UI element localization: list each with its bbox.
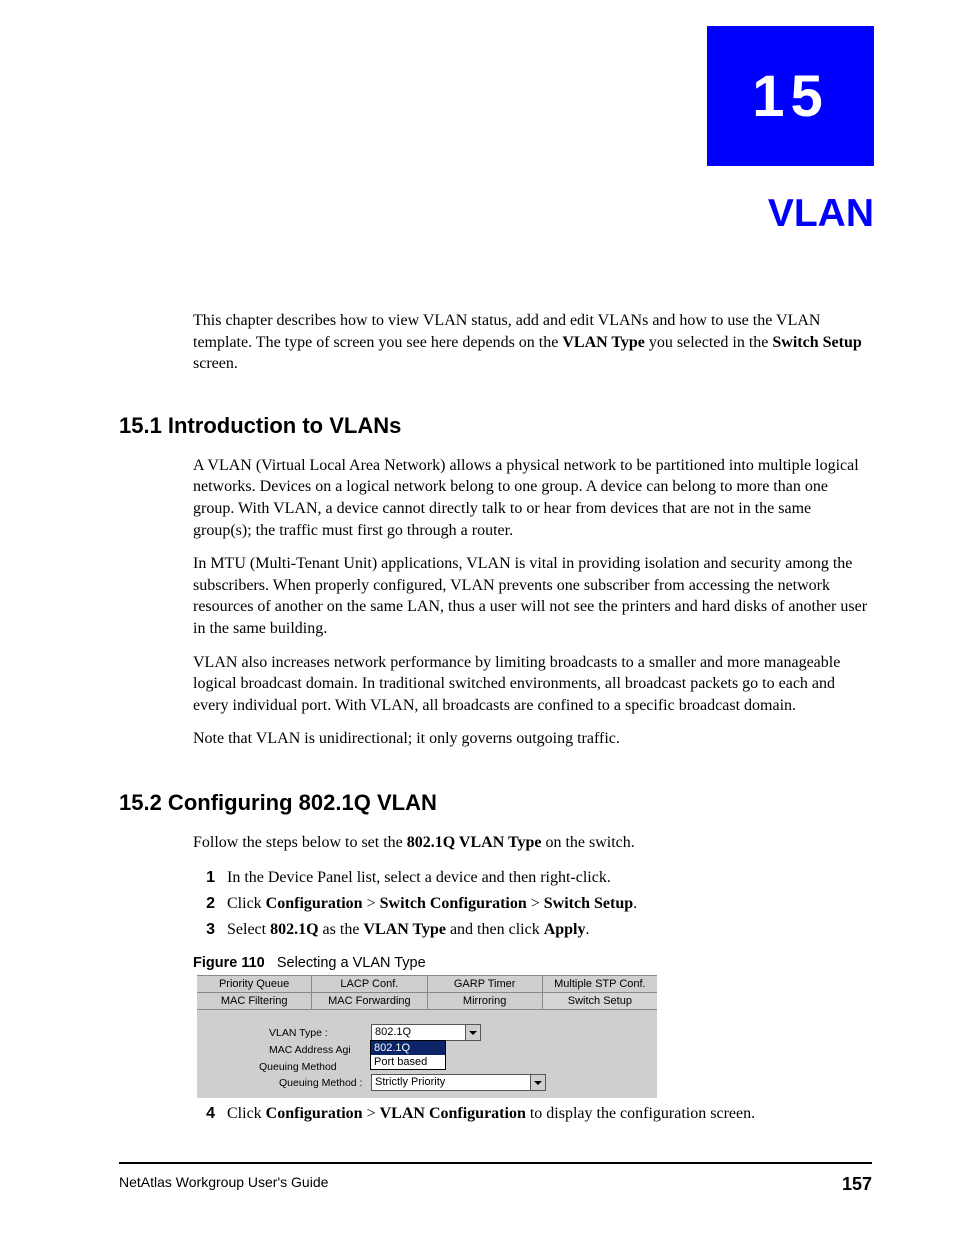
bold-8021q: 802.1Q: [270, 921, 318, 938]
option-port-based[interactable]: Port based: [371, 1055, 445, 1069]
text: Select: [227, 921, 270, 938]
option-8021q[interactable]: 802.1Q: [371, 1041, 445, 1055]
step-number: 3: [193, 918, 215, 941]
step-number: 4: [193, 1102, 215, 1125]
text: and then click: [446, 921, 544, 938]
text: on the switch.: [541, 834, 634, 851]
footer-guide-name: NetAtlas Workgroup User's Guide: [119, 1174, 328, 1195]
figure-caption: Figure 110 Selecting a VLAN Type: [193, 955, 872, 971]
bold-switch-configuration: Switch Configuration: [380, 895, 527, 912]
step-4: 4 Click Configuration > VLAN Configurati…: [193, 1102, 872, 1125]
tab-switch-setup[interactable]: Switch Setup: [543, 993, 657, 1009]
text: Click: [227, 895, 266, 912]
tab-priority-queue[interactable]: Priority Queue: [197, 976, 312, 992]
text: >: [363, 895, 380, 912]
page-footer: NetAtlas Workgroup User's Guide 157: [119, 1162, 872, 1195]
step-1: 1 In the Device Panel list, select a dev…: [193, 866, 872, 889]
bold-vlan-type: VLAN Type: [363, 921, 446, 938]
paragraph: Note that VLAN is unidirectional; it onl…: [193, 728, 872, 750]
dropdown-value: Strictly Priority: [375, 1076, 445, 1088]
text: to display the configuration screen.: [526, 1105, 755, 1122]
tab-garp-timer[interactable]: GARP Timer: [428, 976, 543, 992]
text: screen.: [193, 355, 238, 372]
step-3: 3 Select 802.1Q as the VLAN Type and the…: [193, 918, 872, 941]
chapter-title: VLAN: [768, 192, 874, 236]
text: as the: [319, 921, 364, 938]
tab-row-1: Priority Queue LACP Conf. GARP Timer Mul…: [197, 976, 657, 993]
chapter-number: 15: [752, 63, 829, 130]
bold-configuration: Configuration: [266, 895, 363, 912]
section-15-2-heading: 15.2 Configuring 802.1Q VLAN: [119, 790, 872, 816]
step-number: 2: [193, 892, 215, 915]
text: Follow the steps below to set the: [193, 834, 407, 851]
figure-screenshot: Priority Queue LACP Conf. GARP Timer Mul…: [197, 975, 657, 1098]
paragraph: In MTU (Multi-Tenant Unit) applications,…: [193, 553, 872, 639]
vlan-type-dropdown-list[interactable]: 802.1Q Port based: [370, 1040, 446, 1070]
tab-multiple-stp-conf[interactable]: Multiple STP Conf.: [543, 976, 657, 992]
vlan-type-dropdown[interactable]: 802.1Q: [371, 1024, 481, 1041]
tab-lacp-conf[interactable]: LACP Conf.: [312, 976, 427, 992]
config-panel: VLAN Type : 802.1Q 802.1Q Port based MAC…: [197, 1010, 657, 1098]
text: >: [527, 895, 544, 912]
page-number: 157: [842, 1174, 872, 1195]
bold-vlan-type: VLAN Type: [562, 334, 645, 351]
tab-mac-forwarding[interactable]: MAC Forwarding: [312, 993, 427, 1009]
queuing-method-dropdown[interactable]: Strictly Priority: [371, 1074, 546, 1091]
tab-row-2: MAC Filtering MAC Forwarding Mirroring S…: [197, 993, 657, 1010]
queuing-fieldset-row: Queuing Method: [259, 1059, 645, 1071]
mac-address-aging-label: MAC Address Agi: [269, 1044, 370, 1056]
text: .: [586, 921, 590, 938]
bold-configuration: Configuration: [266, 1105, 363, 1122]
queuing-method-row: Queuing Method : Strictly Priority: [279, 1074, 645, 1091]
section-15-1-heading: 15.1 Introduction to VLANs: [119, 413, 872, 439]
queuing-fieldset-label: Queuing Method: [259, 1061, 337, 1073]
text: .: [633, 895, 637, 912]
paragraph: Follow the steps below to set the 802.1Q…: [193, 832, 872, 854]
bold-apply: Apply: [544, 921, 586, 938]
text: you selected in the: [645, 334, 773, 351]
figure-title: Selecting a VLAN Type: [277, 955, 426, 971]
ordered-steps: 1 In the Device Panel list, select a dev…: [193, 866, 872, 942]
bold-switch-setup: Switch Setup: [772, 334, 861, 351]
bold-switch-setup: Switch Setup: [544, 895, 633, 912]
step-number: 1: [193, 866, 215, 889]
text: >: [363, 1105, 380, 1122]
step-text: Select 802.1Q as the VLAN Type and then …: [227, 918, 590, 941]
chapter-number-box: 15: [707, 26, 874, 166]
text: Click: [227, 1105, 266, 1122]
ordered-steps-continued: 4 Click Configuration > VLAN Configurati…: [193, 1102, 872, 1125]
step-text: In the Device Panel list, select a devic…: [227, 866, 611, 889]
chevron-down-icon[interactable]: [530, 1075, 545, 1090]
step-text: Click Configuration > VLAN Configuration…: [227, 1102, 755, 1125]
chapter-intro: This chapter describes how to view VLAN …: [193, 310, 872, 375]
vlan-type-label: VLAN Type :: [269, 1027, 371, 1039]
mac-address-aging-row: MAC Address Agi: [269, 1044, 645, 1056]
chevron-down-icon[interactable]: [465, 1025, 480, 1040]
queuing-method-label: Queuing Method :: [279, 1077, 371, 1089]
figure-label: Figure 110: [193, 955, 265, 971]
paragraph: A VLAN (Virtual Local Area Network) allo…: [193, 455, 872, 541]
vlan-type-row: VLAN Type : 802.1Q 802.1Q Port based: [269, 1024, 645, 1041]
step-2: 2 Click Configuration > Switch Configura…: [193, 892, 872, 915]
paragraph: VLAN also increases network performance …: [193, 652, 872, 717]
dropdown-value: 802.1Q: [375, 1026, 411, 1038]
tab-mac-filtering[interactable]: MAC Filtering: [197, 993, 312, 1009]
step-text: Click Configuration > Switch Configurati…: [227, 892, 637, 915]
tab-mirroring[interactable]: Mirroring: [428, 993, 543, 1009]
bold-8021q-vlan-type: 802.1Q VLAN Type: [407, 834, 542, 851]
bold-vlan-configuration: VLAN Configuration: [380, 1105, 526, 1122]
